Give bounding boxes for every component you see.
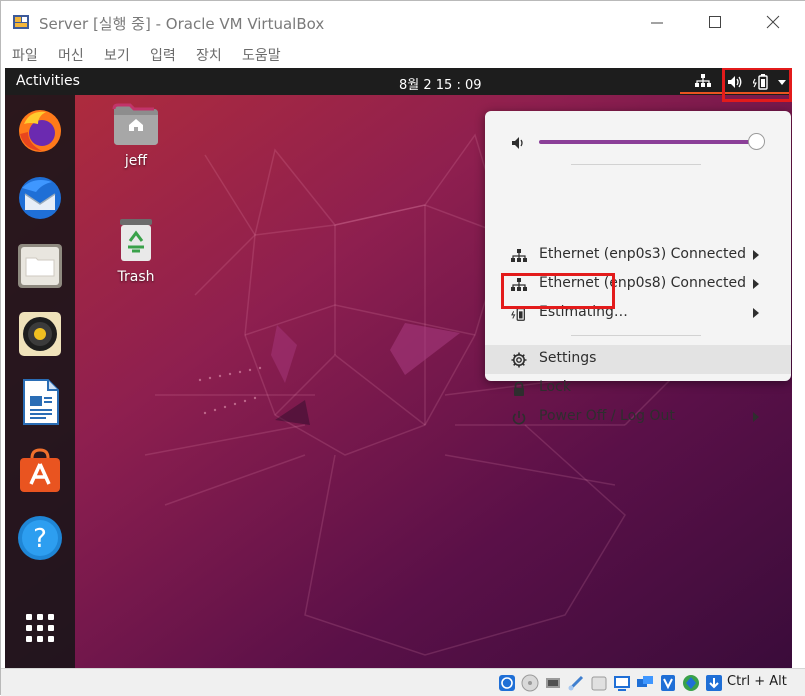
gnome-top-bar: Activities 8월 2 15 : 09 [5,68,792,102]
menu-row-label: Ethernet (enp0s3) Connected [539,246,746,262]
host-key-label: Ctrl + Alt [727,674,787,689]
display-icon[interactable] [636,674,654,692]
menu-row-label: Power Off / Log Out [539,408,675,424]
volume-icon [512,137,523,149]
minimize-icon [651,22,663,24]
menu-row-label: Lock [539,379,571,395]
menu-devices[interactable]: 장치 [196,45,222,65]
maximize-button[interactable] [695,7,735,37]
video-capture-icon[interactable] [659,674,677,692]
network-adapter-icon[interactable] [567,674,585,692]
menu-row-settings[interactable]: Settings [485,345,791,374]
close-button[interactable] [753,7,793,37]
separator [571,164,701,165]
settings-highlight-box [501,273,615,309]
shared-folder-icon[interactable] [613,674,631,692]
system-status-area[interactable] [722,68,792,102]
chevron-right-icon [753,279,759,289]
window-title: Server [실행 중] - Oracle VM VirtualBox [39,15,325,33]
menu-row-ethernet-enp0s3[interactable]: Ethernet (enp0s3) Connected [485,241,791,270]
window-edge [792,68,805,668]
virtualbox-app-icon [13,15,29,29]
hard-disk-icon[interactable] [498,674,516,692]
activities-button[interactable]: Activities [16,73,80,89]
menu-row-lock[interactable]: Lock [485,374,791,403]
power-icon [512,411,526,425]
ubuntu-dock: ? [5,95,75,668]
gear-icon [511,352,527,368]
guest-screen[interactable]: Activities 8월 2 15 : 09 jeff Trash ? Eth… [5,68,792,668]
title-bar: Server [실행 중] - Oracle VM VirtualBox [1,1,805,41]
virtualbox-window: Server [실행 중] - Oracle VM VirtualBox 파일 … [0,0,805,696]
thunderbird-icon[interactable] [16,174,64,222]
clock[interactable]: 8월 2 15 : 09 [399,74,482,93]
volume-slider-handle[interactable] [748,133,765,150]
close-icon [766,15,780,29]
virtualbox-status-bar: Ctrl + Alt [1,668,805,696]
cpu-icon[interactable] [682,674,700,692]
audio-icon[interactable] [544,674,562,692]
system-menu-popup: Ethernet (enp0s3) Connected Ethernet (en… [485,111,791,425]
usb-icon[interactable] [590,674,608,692]
menu-file[interactable]: 파일 [12,45,38,65]
files-icon[interactable] [16,242,64,290]
volume-icon [728,76,742,88]
chevron-right-icon [753,250,759,260]
maximize-icon [709,16,721,28]
separator [571,335,701,336]
menu-help[interactable]: 도움말 [242,45,281,65]
minimize-button[interactable] [637,7,677,37]
menu-view[interactable]: 보기 [104,45,130,65]
volume-slider[interactable] [539,140,759,144]
svg-text:?: ? [33,524,47,554]
menu-bar: 파일 머신 보기 입력 장치 도움말 [1,41,805,68]
network-icon[interactable] [695,74,711,88]
desktop-icon-label: jeff [124,153,148,169]
chevron-down-icon [778,80,786,85]
rhythmbox-icon[interactable] [16,310,64,358]
desktop-icon-trash[interactable]: Trash [106,217,166,285]
menu-input[interactable]: 입력 [150,45,176,65]
chevron-right-icon [753,308,759,318]
trash-icon [120,219,152,261]
writer-icon[interactable] [16,378,64,426]
menu-row-label: Settings [539,350,597,366]
grid-icon[interactable] [16,604,64,652]
optical-disk-icon[interactable] [521,674,539,692]
desktop-icon-label: Trash [117,269,155,285]
chevron-right-icon [753,412,759,422]
lock-icon [514,381,524,396]
desktop-icon-home[interactable]: jeff [106,103,166,169]
host-key-arrow-icon[interactable] [705,674,723,692]
menu-machine[interactable]: 머신 [58,45,84,65]
software-icon[interactable] [16,446,64,494]
firefox-icon[interactable] [16,106,64,154]
menu-row-power[interactable]: Power Off / Log Out [485,403,791,432]
help-icon[interactable]: ? [16,514,64,562]
network-icon [511,249,527,262]
battery-icon [753,74,768,90]
home-folder-icon [112,103,158,145]
